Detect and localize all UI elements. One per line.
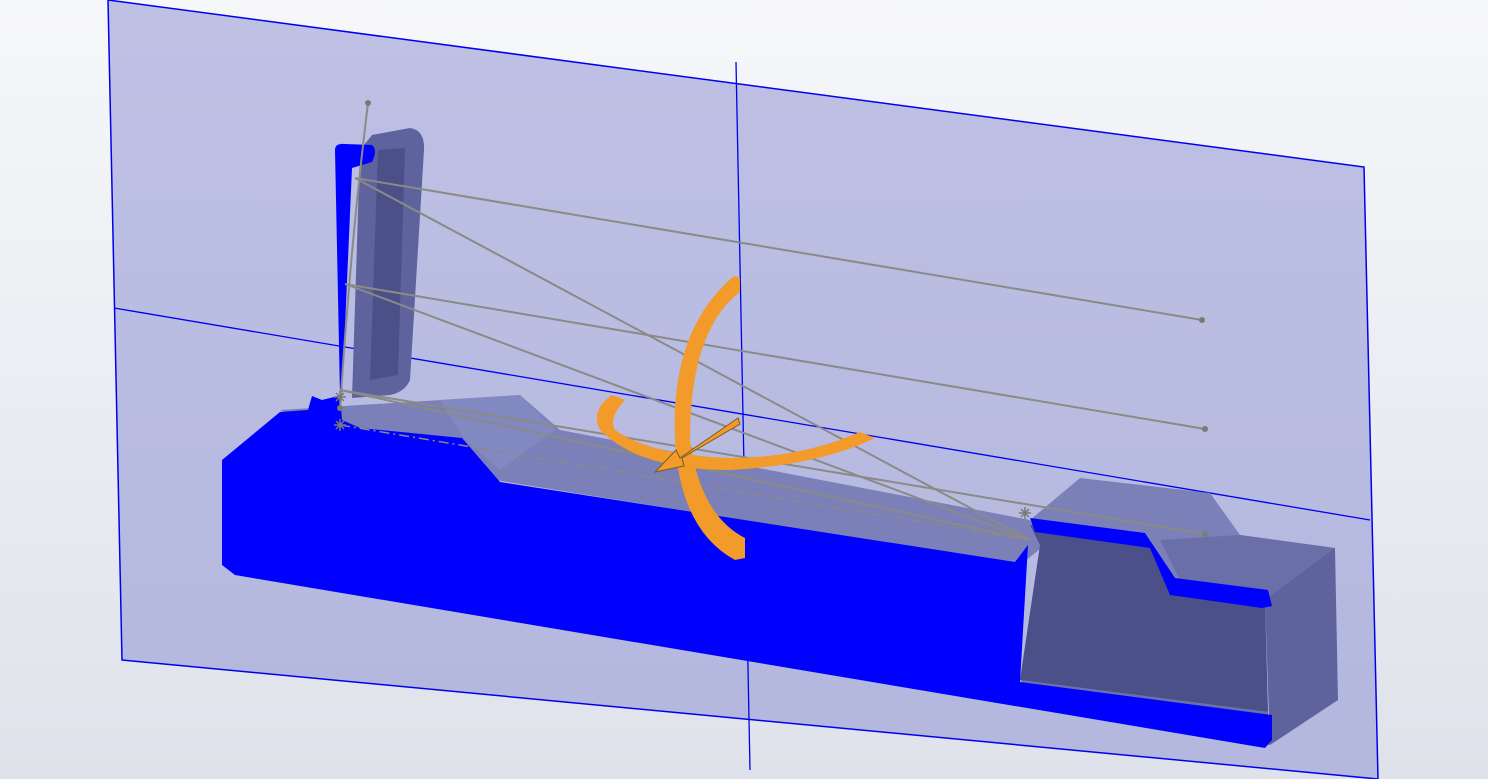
graphics-viewport[interactable]: [0, 0, 1488, 779]
3d-scene[interactable]: [0, 0, 1488, 779]
